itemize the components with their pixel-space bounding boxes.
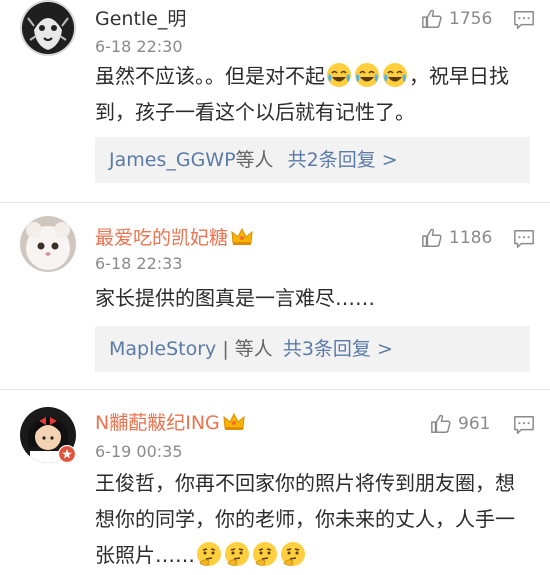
reply-others: 等人 — [235, 149, 274, 171]
reply-count-link[interactable]: 共2条回复 > — [288, 149, 398, 171]
comment-text: 王俊哲，你再不回家你的照片将传到朋友圈，想想你的同学，你的老师，你未来的丈人，人… — [95, 465, 525, 573]
comment-text: 虽然不应该。。但是对不起 ，祝早日找到，孩子一看这个以后就有记性了。 — [95, 58, 525, 130]
laugh-cry-emoji — [327, 63, 351, 87]
crown-icon — [231, 228, 253, 245]
avatar[interactable] — [20, 216, 76, 272]
reply-count-link[interactable]: 共3条回复 > — [283, 338, 393, 360]
like-button[interactable]: 961 — [430, 412, 490, 436]
comment-list: Gentle_明 6-18 22:30 1756 虽然不应该。。但是对不起 ，祝早… — [0, 0, 550, 575]
timestamp: 6-18 22:30 — [95, 37, 183, 56]
thinking-emoji — [281, 542, 305, 566]
username[interactable]: 最爱吃的凯妃糖 — [95, 226, 253, 250]
laugh-cry-emoji — [383, 63, 407, 87]
thumbs-up-icon — [422, 9, 442, 28]
crown-icon — [223, 413, 245, 430]
like-count: 1756 — [449, 9, 493, 29]
like-button[interactable]: 1186 — [421, 226, 492, 250]
thinking-emoji — [225, 542, 249, 566]
comment-item: 最爱吃的凯妃糖 6-18 22:33 1186 家长提供的图真是一言难尽…… M… — [0, 216, 550, 386]
avatar[interactable] — [20, 0, 76, 56]
divider — [0, 389, 550, 390]
timestamp: 6-19 00:35 — [95, 442, 183, 461]
like-count: 961 — [458, 414, 491, 434]
comment-text-part: 虽然不应该。。但是对不起 — [95, 64, 325, 88]
like-button[interactable]: 1756 — [421, 7, 492, 31]
reply-others: 等人 — [234, 338, 273, 360]
thumbs-up-icon — [431, 414, 451, 433]
timestamp: 6-18 22:33 — [95, 254, 183, 273]
thinking-emoji — [253, 542, 277, 566]
comment-icon[interactable] — [513, 414, 535, 436]
thinking-emoji — [197, 542, 221, 566]
comment-item: N黼蓜黻纪ING 6-19 00:35 961 王俊哲，你再不回家你的照片将传到… — [0, 403, 550, 575]
laugh-cry-emoji — [355, 63, 379, 87]
username[interactable]: N黼蓜黻纪ING — [95, 411, 245, 435]
comment-text: 家长提供的图真是一言难尽…… — [95, 280, 525, 316]
comment-item: Gentle_明 6-18 22:30 1756 虽然不应该。。但是对不起 ，祝早… — [0, 0, 550, 200]
divider — [0, 202, 550, 203]
username[interactable]: Gentle_明 — [95, 7, 186, 31]
reply-user[interactable]: MapleStory — [109, 338, 216, 360]
like-count: 1186 — [449, 228, 493, 248]
reply-preview[interactable]: James_GGWP等人 共2条回复 > — [95, 137, 530, 183]
comment-icon[interactable] — [513, 9, 535, 31]
thumbs-up-icon — [422, 228, 442, 247]
reply-preview[interactable]: MapleStory | 等人 共3条回复 > — [95, 326, 530, 372]
comment-text-part: 家长提供的图真是一言难尽…… — [95, 286, 375, 310]
reply-user[interactable]: James_GGWP — [109, 149, 236, 171]
reply-separator: | — [222, 338, 229, 360]
comment-icon[interactable] — [513, 228, 535, 250]
verified-badge-icon — [58, 445, 76, 463]
